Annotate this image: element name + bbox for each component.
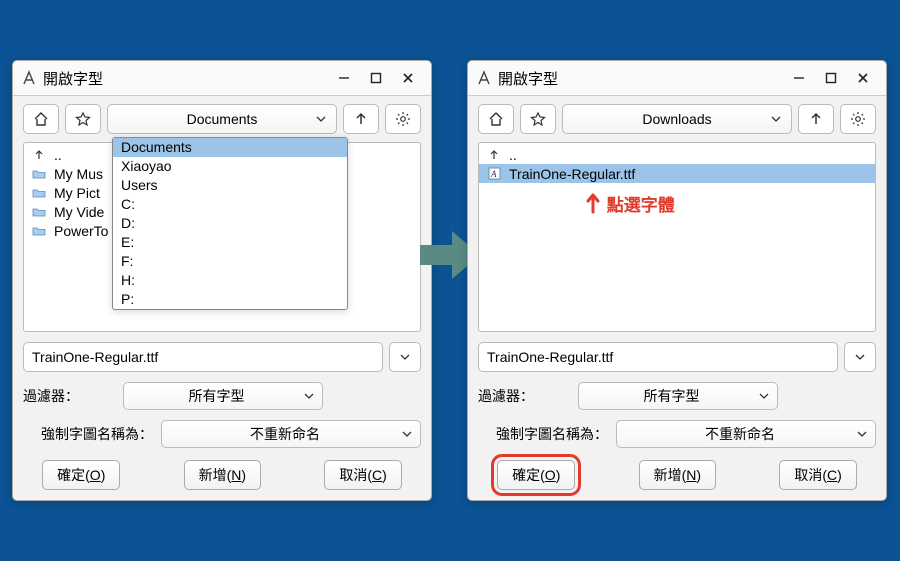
filename-value: TrainOne-Regular.ttf: [487, 349, 613, 365]
file-name: My Mus: [54, 166, 103, 182]
filter-label: 過濾器：: [23, 386, 79, 406]
filename-history-dropdown[interactable]: [389, 342, 421, 372]
add-label: 新增(N): [654, 465, 701, 485]
settings-button[interactable]: [385, 104, 421, 134]
filter-select[interactable]: 所有字型: [123, 382, 323, 410]
dropdown-item[interactable]: Xiaoyao: [113, 157, 347, 176]
folder-icon: [30, 168, 48, 180]
filter-value: 所有字型: [644, 386, 700, 406]
filename-input[interactable]: TrainOne-Regular.ttf: [478, 342, 838, 372]
list-item[interactable]: ..: [479, 145, 875, 164]
filter-value: 所有字型: [189, 386, 245, 406]
ok-label: 確定(O): [57, 465, 105, 485]
file-name: ..: [509, 147, 517, 163]
chevron-down-icon: [771, 111, 781, 127]
filename-history-dropdown[interactable]: [844, 342, 876, 372]
dropdown-item[interactable]: Users: [113, 176, 347, 195]
filename-input[interactable]: TrainOne-Regular.ttf: [23, 342, 383, 372]
minimize-button[interactable]: [329, 67, 359, 89]
favorite-button[interactable]: [520, 104, 556, 134]
file-list[interactable]: .. A TrainOne-Regular.ttf 點選字體: [478, 142, 876, 332]
filter-select[interactable]: 所有字型: [578, 382, 778, 410]
dropdown-item[interactable]: F:: [113, 252, 347, 271]
window-title: 開啟字型: [43, 68, 327, 89]
chevron-down-icon: [304, 388, 314, 404]
rename-value: 不重新命名: [705, 424, 775, 444]
add-button[interactable]: 新增(N): [184, 460, 261, 490]
close-button[interactable]: [848, 67, 878, 89]
chevron-down-icon: [759, 388, 769, 404]
dropdown-item[interactable]: E:: [113, 233, 347, 252]
ok-label: 確定(O): [512, 465, 560, 485]
go-up-button[interactable]: [343, 104, 379, 134]
path-label: Downloads: [642, 111, 711, 127]
list-item[interactable]: A TrainOne-Regular.ttf: [479, 164, 875, 183]
minimize-button[interactable]: [784, 67, 814, 89]
home-button[interactable]: [23, 104, 59, 134]
folder-icon: [30, 187, 48, 199]
cancel-button[interactable]: 取消(C): [324, 460, 401, 490]
filename-value: TrainOne-Regular.ttf: [32, 349, 158, 365]
file-name: ..: [54, 147, 62, 163]
chevron-down-icon: [402, 426, 412, 442]
up-icon: [485, 149, 503, 161]
dropdown-item[interactable]: Documents: [113, 138, 347, 157]
app-icon: [21, 70, 37, 86]
go-up-button[interactable]: [798, 104, 834, 134]
up-icon: [30, 149, 48, 161]
window-title: 開啟字型: [498, 68, 782, 89]
toolbar: Downloads: [468, 96, 886, 142]
ok-button[interactable]: 確定(O): [42, 460, 120, 490]
titlebar: 開啟字型: [468, 61, 886, 96]
open-font-dialog-right: 開啟字型 Downloads .. A T: [467, 60, 887, 501]
font-file-icon: A: [485, 167, 503, 180]
app-icon: [476, 70, 492, 86]
cancel-button[interactable]: 取消(C): [779, 460, 856, 490]
rename-label: 強制字圖名稱為：: [478, 424, 608, 444]
file-name: PowerTo: [54, 223, 108, 239]
rename-value: 不重新命名: [250, 424, 320, 444]
rename-select[interactable]: 不重新命名: [161, 420, 421, 448]
path-dropdown[interactable]: Documents: [107, 104, 337, 134]
close-button[interactable]: [393, 67, 423, 89]
file-name: My Vide: [54, 204, 104, 220]
add-label: 新增(N): [199, 465, 246, 485]
svg-text:A: A: [490, 169, 497, 179]
dropdown-item[interactable]: C:: [113, 195, 347, 214]
folder-icon: [30, 206, 48, 218]
dropdown-item[interactable]: D:: [113, 214, 347, 233]
settings-button[interactable]: [840, 104, 876, 134]
home-button[interactable]: [478, 104, 514, 134]
filter-label: 過濾器：: [478, 386, 534, 406]
folder-icon: [30, 225, 48, 237]
annotation-select-font: 點選字體: [584, 191, 675, 216]
maximize-button[interactable]: [816, 67, 846, 89]
add-button[interactable]: 新增(N): [639, 460, 716, 490]
file-name: TrainOne-Regular.ttf: [509, 166, 635, 182]
path-dropdown-list[interactable]: Documents Xiaoyao Users C: D: E: F: H: P…: [112, 137, 348, 310]
file-name: My Pict: [54, 185, 100, 201]
rename-label: 強制字圖名稱為：: [23, 424, 153, 444]
titlebar: 開啟字型: [13, 61, 431, 96]
path-dropdown[interactable]: Downloads: [562, 104, 792, 134]
cancel-label: 取消(C): [339, 465, 386, 485]
chevron-down-icon: [316, 111, 326, 127]
dropdown-item[interactable]: H:: [113, 271, 347, 290]
cancel-label: 取消(C): [794, 465, 841, 485]
path-label: Documents: [187, 111, 258, 127]
dropdown-item[interactable]: P:: [113, 290, 347, 309]
favorite-button[interactable]: [65, 104, 101, 134]
ok-button[interactable]: 確定(O): [497, 460, 575, 490]
chevron-down-icon: [857, 426, 867, 442]
maximize-button[interactable]: [361, 67, 391, 89]
rename-select[interactable]: 不重新命名: [616, 420, 876, 448]
